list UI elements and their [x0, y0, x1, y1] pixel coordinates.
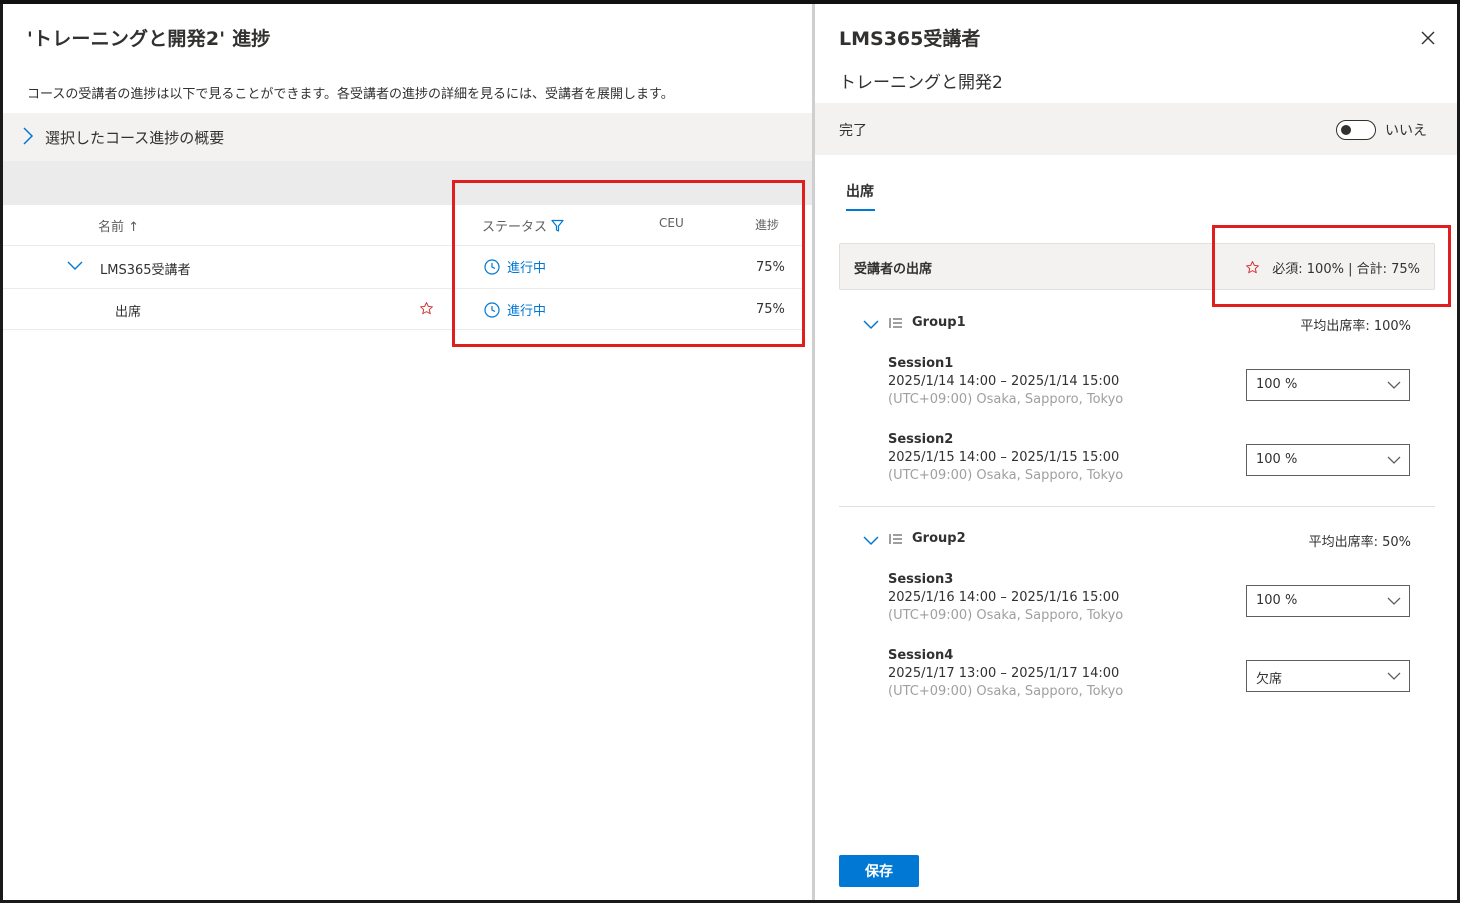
session-title: Session2	[888, 432, 954, 447]
complete-toggle[interactable]	[1336, 120, 1376, 140]
tab-attendance[interactable]: 出席	[846, 181, 874, 201]
star-icon	[420, 302, 433, 315]
group-average-rate: 平均出席率: 100%	[1300, 319, 1411, 334]
group-average-rate: 平均出席率: 50%	[1308, 535, 1411, 550]
attendance-dropdown[interactable]: 100 %	[1246, 444, 1410, 476]
panel-title: LMS365受講者	[839, 28, 981, 50]
column-header-name[interactable]: 名前 ↑	[98, 216, 139, 235]
attendance-dropdown[interactable]: 欠席	[1246, 660, 1410, 692]
close-icon[interactable]	[1418, 28, 1438, 48]
list-icon	[889, 318, 902, 328]
chevron-down-icon[interactable]	[863, 319, 879, 331]
save-button[interactable]: 保存	[839, 855, 919, 887]
toggle-knob	[1341, 125, 1351, 135]
dropdown-value: 100 %	[1256, 377, 1298, 392]
complete-label: 完了	[839, 123, 867, 139]
activity-name: 出席	[115, 305, 142, 320]
summary-label: 選択したコース進捗の概要	[45, 129, 225, 147]
session-timezone: (UTC+09:00) Osaka, Sapporo, Tokyo	[888, 392, 1124, 407]
chevron-down-icon	[1387, 672, 1401, 680]
attendance-dropdown[interactable]: 100 %	[1246, 369, 1410, 401]
session-time: 2025/1/17 13:00 – 2025/1/17 14:00	[888, 666, 1120, 681]
highlight-box-status	[452, 180, 805, 347]
session-time: 2025/1/14 14:00 – 2025/1/14 15:00	[888, 374, 1120, 389]
chevron-down-icon	[1387, 456, 1401, 464]
chevron-down-icon[interactable]	[67, 261, 83, 271]
toggle-label: いいえ	[1385, 123, 1427, 139]
chevron-down-icon	[1387, 381, 1401, 389]
session-timezone: (UTC+09:00) Osaka, Sapporo, Tokyo	[888, 468, 1124, 483]
group-divider	[839, 506, 1435, 507]
page-title: 'トレーニングと開発2' 進捗	[27, 28, 271, 50]
course-progress-page: 'トレーニングと開発2' 進捗 コースの受講者の進捗は以下で見ることができます。…	[3, 4, 815, 900]
session-time: 2025/1/16 14:00 – 2025/1/16 15:00	[888, 590, 1120, 605]
dropdown-value: 100 %	[1256, 452, 1298, 467]
completion-bar: 完了 いいえ	[815, 103, 1457, 155]
session-title: Session4	[888, 648, 954, 663]
chevron-down-icon[interactable]	[863, 535, 879, 547]
group-name: Group1	[912, 315, 966, 330]
chevron-right-icon	[23, 127, 34, 145]
learner-name: LMS365受講者	[100, 263, 191, 278]
session-timezone: (UTC+09:00) Osaka, Sapporo, Tokyo	[888, 684, 1124, 699]
dropdown-value: 欠席	[1256, 672, 1283, 687]
session-title: Session3	[888, 572, 954, 587]
attendance-dropdown[interactable]: 100 %	[1246, 585, 1410, 617]
session-time: 2025/1/15 14:00 – 2025/1/15 15:00	[888, 450, 1120, 465]
dropdown-value: 100 %	[1256, 593, 1298, 608]
chevron-down-icon	[1387, 597, 1401, 605]
summary-expander[interactable]: 選択したコース進捗の概要	[3, 113, 815, 161]
session-timezone: (UTC+09:00) Osaka, Sapporo, Tokyo	[888, 608, 1124, 623]
attendance-title: 受講者の出席	[854, 262, 933, 277]
session-title: Session1	[888, 356, 954, 371]
page-description: コースの受講者の進捗は以下で見ることができます。各受講者の進捗の詳細を見るには、…	[27, 87, 674, 102]
group-name: Group2	[912, 531, 966, 546]
learner-detail-panel: LMS365受講者 トレーニングと開発2 完了 いいえ 出席 受講者の出席 必須…	[815, 4, 1457, 900]
panel-subtitle: トレーニングと開発2	[839, 73, 1003, 93]
highlight-box-attendance	[1212, 225, 1451, 307]
tab-underline	[846, 209, 875, 211]
list-icon	[889, 534, 902, 544]
